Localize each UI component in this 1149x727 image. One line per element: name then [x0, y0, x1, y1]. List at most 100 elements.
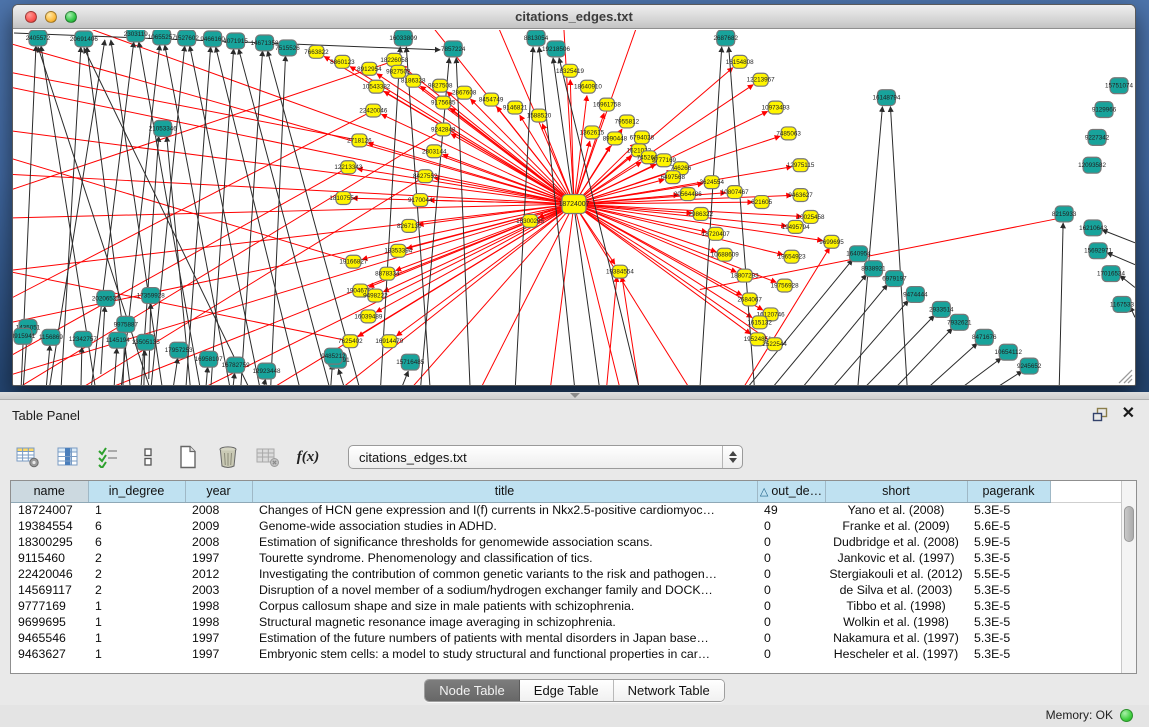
graph-node[interactable]: 8215933: [1052, 206, 1077, 222]
graph-edge[interactable]: [13, 111, 373, 330]
table-cell[interactable]: 5.3E-5: [967, 630, 1050, 646]
graph-edge[interactable]: [890, 107, 907, 385]
table-cell[interactable]: 2008: [185, 534, 252, 550]
column-header-year[interactable]: year: [185, 481, 252, 502]
table-cell[interactable]: Changes of HCN gene expression and I(f) …: [252, 502, 757, 518]
new-table-button[interactable]: [174, 443, 202, 471]
graph-node[interactable]: 9699695: [819, 235, 844, 248]
graph-node[interactable]: 18724007: [558, 195, 589, 214]
graph-node[interactable]: 1588520: [527, 109, 552, 122]
graph-node[interactable]: 9245652: [1017, 358, 1042, 374]
graph-node[interactable]: 1527602: [174, 30, 199, 46]
graph-edge[interactable]: [233, 373, 235, 385]
graph-node[interactable]: 12342757: [69, 331, 97, 347]
graph-node[interactable]: 16914479: [375, 335, 403, 348]
graph-edge[interactable]: [381, 114, 574, 204]
table-cell[interactable]: 5.3E-5: [967, 582, 1050, 598]
graph-edge[interactable]: [540, 204, 574, 385]
table-cell[interactable]: Corpus callosum shape and size in male p…: [252, 598, 757, 614]
graph-node[interactable]: 9242848: [431, 123, 456, 136]
table-row[interactable]: 1830029562008Estimation of significance …: [11, 534, 1121, 550]
table-row[interactable]: 1872400712008Changes of HCN gene express…: [11, 502, 1121, 518]
graph-edge[interactable]: [622, 277, 650, 385]
table-cell[interactable]: Estimation of significance thresholds fo…: [252, 534, 757, 550]
graph-node[interactable]: 1071915: [223, 33, 248, 49]
table-cell[interactable]: 1: [88, 630, 185, 646]
table-cell[interactable]: 0: [757, 598, 825, 614]
graph-node[interactable]: 12213343: [334, 161, 362, 174]
table-cell[interactable]: 1: [88, 598, 185, 614]
table-cell[interactable]: 0: [757, 582, 825, 598]
float-panel-icon[interactable]: [1092, 407, 1108, 422]
split-pane-divider[interactable]: [0, 392, 1149, 400]
column-header-out_de[interactable]: △out_de…: [757, 481, 825, 502]
table-cell[interactable]: 5.6E-5: [967, 518, 1050, 534]
table-cell[interactable]: 5.3E-5: [967, 614, 1050, 630]
table-cell[interactable]: 2008: [185, 502, 252, 518]
table-cell[interactable]: 0: [757, 518, 825, 534]
table-cell[interactable]: Stergiakouli et al. (2012): [825, 566, 967, 582]
graph-node[interactable]: 17016534: [1097, 266, 1125, 282]
table-row[interactable]: 1938455462009Genome-wide association stu…: [11, 518, 1121, 534]
graph-node[interactable]: 8813054: [524, 30, 549, 46]
graph-edge[interactable]: [396, 204, 574, 270]
graph-node[interactable]: 1640954: [846, 246, 871, 262]
graph-node[interactable]: 15692971: [1084, 243, 1112, 259]
graph-edge[interactable]: [574, 204, 640, 385]
graph-node[interactable]: 6979197: [882, 271, 907, 287]
graph-node[interactable]: 8878334: [375, 267, 400, 280]
network-window[interactable]: citations_edges.txt 18724007766382288601…: [12, 4, 1136, 386]
table-cell[interactable]: 0: [757, 550, 825, 566]
attribute-table[interactable]: namein_degreeyeartitle△out_de…shortpager…: [11, 481, 1121, 662]
table-cell[interactable]: 2003: [185, 582, 252, 598]
column-header-name[interactable]: name: [11, 481, 88, 502]
table-cell[interactable]: 1998: [185, 598, 252, 614]
graph-node[interactable]: 10655257: [148, 30, 176, 45]
graph-node[interactable]: 7663822: [304, 45, 329, 58]
tab-network-table[interactable]: Network Table: [614, 680, 724, 701]
graph-node[interactable]: 1156869: [39, 329, 63, 345]
graph-node[interactable]: 8938921: [861, 261, 886, 277]
graph-node[interactable]: 9485212: [321, 348, 346, 364]
graph-node[interactable]: 19166827: [339, 255, 367, 268]
graph-node[interactable]: 8990448: [603, 132, 628, 145]
table-cell[interactable]: 5.5E-5: [967, 566, 1050, 582]
table-cell[interactable]: 5.3E-5: [967, 502, 1050, 518]
tab-edge-table[interactable]: Edge Table: [520, 680, 614, 701]
graph-node[interactable]: 2867608: [452, 86, 477, 99]
select-all-rows-button[interactable]: [94, 443, 122, 471]
graph-edge[interactable]: [216, 47, 301, 385]
graph-node[interactable]: 16039489: [354, 310, 382, 323]
graph-node[interactable]: 2933514: [929, 301, 954, 317]
graph-edge[interactable]: [271, 56, 286, 385]
graph-node[interactable]: 10807467: [721, 186, 749, 199]
graph-node[interactable]: 12213967: [747, 73, 775, 86]
graph-node[interactable]: 16958107: [195, 351, 223, 367]
graph-node[interactable]: 9175685: [431, 96, 456, 109]
graph-node[interactable]: 16148794: [872, 90, 900, 106]
graph-node[interactable]: 6794028: [630, 131, 655, 144]
graph-edge[interactable]: [263, 379, 266, 385]
tab-node-table[interactable]: Node Table: [425, 680, 520, 701]
graph-node[interactable]: 16210643: [1079, 220, 1107, 236]
graph-edge[interactable]: [338, 369, 345, 385]
close-panel-icon[interactable]: ✕: [1122, 406, 1135, 422]
table-row[interactable]: 977716911998Corpus callosum shape and si…: [11, 598, 1121, 614]
graph-node[interactable]: 18720407: [702, 227, 730, 240]
table-cell[interactable]: Genome-wide association studies in ADHD.: [252, 518, 757, 534]
table-cell[interactable]: Tourette syndrome. Phenomenology and cla…: [252, 550, 757, 566]
table-cell[interactable]: 6: [88, 518, 185, 534]
graph-node[interactable]: 16782759: [222, 357, 250, 373]
graph-edge[interactable]: [800, 285, 888, 385]
graph-edge[interactable]: [101, 306, 105, 374]
table-cell[interactable]: 9463627: [11, 646, 88, 662]
table-row[interactable]: 946362711997Embryonic stem cells: a mode…: [11, 646, 1121, 662]
column-header-short[interactable]: short: [825, 481, 967, 502]
graph-edge[interactable]: [186, 47, 211, 385]
graph-node[interactable]: 16961758: [593, 98, 621, 111]
table-cell[interactable]: Wolkin et al. (1998): [825, 614, 967, 630]
table-row[interactable]: 946554611997Estimation of the future num…: [11, 630, 1121, 646]
graph-node[interactable]: 8860123: [330, 55, 355, 68]
table-cell[interactable]: de Silva et al. (2003): [825, 582, 967, 598]
graph-edge[interactable]: [574, 204, 750, 334]
